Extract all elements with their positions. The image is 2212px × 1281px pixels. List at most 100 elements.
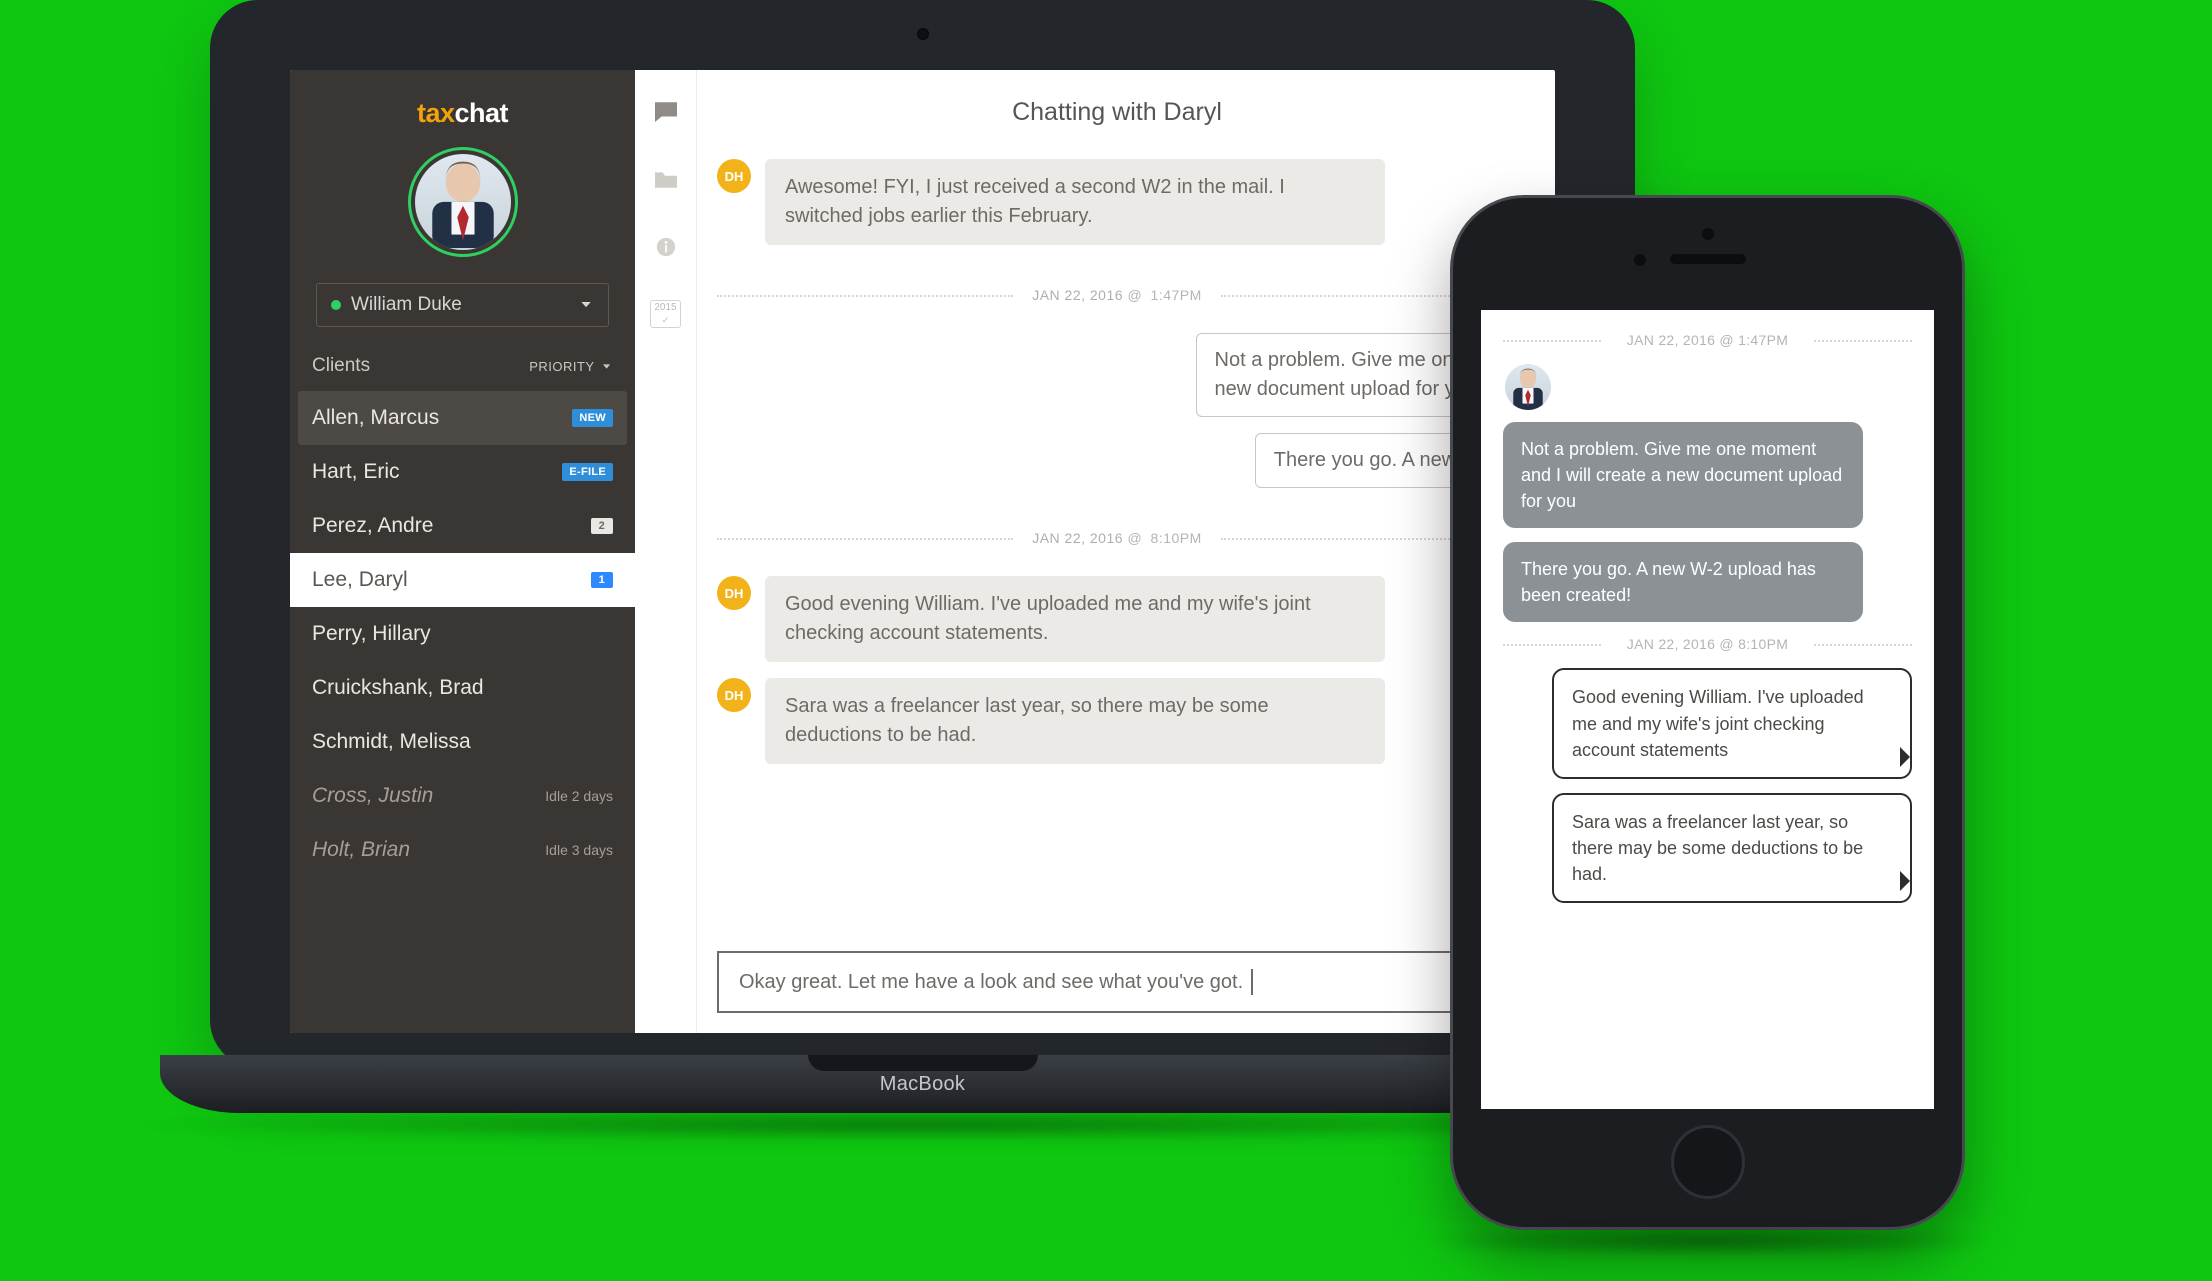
- user-name: William Duke: [351, 294, 462, 315]
- divider-date: JAN 22, 2016: [1627, 636, 1715, 652]
- chat-tab-icon[interactable]: [651, 96, 681, 126]
- check-icon: ✓: [662, 316, 670, 325]
- phone-device: JAN 22, 2016 @ 1:47PM: [1450, 195, 1965, 1230]
- sort-label: PRIORITY: [529, 359, 594, 374]
- status-dot-icon: [331, 300, 341, 310]
- phone-home-button[interactable]: [1671, 1125, 1745, 1199]
- avatar-image: [415, 154, 511, 250]
- client-item-cruickshank[interactable]: Cruickshank, Brad: [290, 661, 635, 715]
- composer-text: Okay great. Let me have a look and see w…: [739, 971, 1243, 994]
- current-user-avatar: [290, 147, 635, 271]
- year-tab-icon[interactable]: 2015 ✓: [651, 300, 681, 328]
- phone-chat: JAN 22, 2016 @ 1:47PM: [1481, 310, 1934, 931]
- phone-bezel: JAN 22, 2016 @ 1:47PM: [1450, 195, 1965, 1230]
- phone-speaker-icon: [1670, 254, 1746, 264]
- badge-efile: E-FILE: [562, 463, 613, 481]
- client-item-allen[interactable]: Allen, Marcus NEW: [298, 391, 627, 445]
- laptop-bezel: taxchat: [210, 0, 1635, 1068]
- message-bubble: Awesome! FYI, I just received a second W…: [765, 159, 1385, 245]
- laptop-brand: MacBook: [880, 1073, 965, 1096]
- message-outgoing: There you go. A new W-2: [717, 433, 1517, 488]
- divider-at: @: [1719, 636, 1734, 652]
- sender-initials: DH: [717, 576, 751, 610]
- divider-date: JAN 22, 2016: [1032, 530, 1123, 546]
- laptop-screen: taxchat: [290, 70, 1555, 1033]
- idle-status: Idle 3 days: [545, 842, 613, 858]
- preparer-message: Not a problem. Give me one moment and I …: [1503, 422, 1863, 528]
- divider-time: 8:10PM: [1738, 636, 1788, 652]
- message-bubble: Sara was a freelancer last year, so ther…: [765, 678, 1385, 764]
- client-name: Holt, Brian: [312, 838, 410, 862]
- divider-at: @: [1719, 332, 1734, 348]
- divider-time: 1:47PM: [1738, 332, 1788, 348]
- sort-caret-icon: ▼: [601, 362, 613, 370]
- action-rail: 2015 ✓: [635, 70, 697, 1033]
- laptop-camera-icon: [917, 28, 929, 40]
- idle-status: Idle 2 days: [545, 788, 613, 804]
- app-root: taxchat: [290, 70, 1555, 1033]
- clients-header: Clients PRIORITY ▼: [290, 349, 635, 391]
- divider-time: 8:10PM: [1151, 530, 1202, 546]
- year-label: 2015: [654, 302, 676, 313]
- divider-date: JAN 22, 2016: [1032, 287, 1123, 303]
- client-name: Cruickshank, Brad: [312, 676, 484, 700]
- time-divider: JAN 22, 2016 @ 8:10PM: [1503, 636, 1912, 652]
- user-status: William Duke: [331, 294, 462, 316]
- user-message: Sara was a freelancer last year, so ther…: [1552, 793, 1912, 903]
- badge-count: 2: [591, 518, 613, 534]
- message-incoming: DH Awesome! FYI, I just received a secon…: [717, 159, 1517, 245]
- divider-date: JAN 22, 2016: [1627, 332, 1715, 348]
- phone-camera-icon: [1634, 254, 1646, 266]
- client-item-cross[interactable]: Cross, Justin Idle 2 days: [290, 769, 635, 823]
- chat-pane: Chatting with Daryl DH Awesome! FYI, I j…: [697, 70, 1555, 1033]
- message-incoming: DH Sara was a freelancer last year, so t…: [717, 678, 1517, 764]
- sort-priority-button[interactable]: PRIORITY ▼: [529, 359, 613, 374]
- sender-initials: DH: [717, 678, 751, 712]
- client-name: Allen, Marcus: [312, 406, 439, 430]
- time-divider: JAN 22, 2016 @ 8:10PM: [717, 530, 1517, 546]
- client-item-lee-active[interactable]: Lee, Daryl 1: [290, 553, 635, 607]
- logo-tax: tax: [417, 98, 455, 128]
- divider-at: @: [1127, 530, 1142, 546]
- client-item-schmidt[interactable]: Schmidt, Melissa: [290, 715, 635, 769]
- sidebar: taxchat: [290, 70, 635, 1033]
- client-name: Cross, Justin: [312, 784, 433, 808]
- client-item-perez[interactable]: Perez, Andre 2: [290, 499, 635, 553]
- info-tab-icon[interactable]: [651, 232, 681, 262]
- year-tag: 2015 ✓: [650, 300, 680, 328]
- phone-screen: JAN 22, 2016 @ 1:47PM: [1481, 310, 1934, 1109]
- client-name: Hart, Eric: [312, 460, 400, 484]
- divider-at: @: [1127, 287, 1142, 303]
- folder-tab-icon[interactable]: [651, 164, 681, 194]
- badge-count: 1: [591, 572, 613, 588]
- text-cursor-icon: [1251, 969, 1253, 995]
- preparer-message: There you go. A new W-2 upload has been …: [1503, 542, 1863, 622]
- user-select-dropdown[interactable]: William Duke ▼: [316, 283, 609, 327]
- message-composer-input[interactable]: Okay great. Let me have a look and see w…: [717, 951, 1517, 1013]
- clients-label: Clients: [312, 355, 370, 377]
- chevron-down-icon: ▼: [578, 300, 594, 310]
- avatar-image: [1505, 364, 1551, 410]
- badge-new: NEW: [572, 409, 613, 427]
- preparer-avatar: [1505, 364, 1912, 410]
- divider-time: 1:47PM: [1151, 287, 1202, 303]
- client-list: Allen, Marcus NEW Hart, Eric E-FILE Pere…: [290, 391, 635, 1033]
- client-name: Perry, Hillary: [312, 622, 431, 646]
- client-item-holt[interactable]: Holt, Brian Idle 3 days: [290, 823, 635, 877]
- client-item-perry[interactable]: Perry, Hillary: [290, 607, 635, 661]
- client-name: Lee, Daryl: [312, 568, 408, 592]
- client-name: Schmidt, Melissa: [312, 730, 471, 754]
- app-logo: taxchat: [290, 70, 635, 147]
- logo-chat: chat: [455, 98, 509, 128]
- user-message: Good evening William. I've uploaded me a…: [1552, 668, 1912, 778]
- laptop-notch: [808, 1055, 1038, 1071]
- phone-sensor-icon: [1702, 228, 1714, 240]
- phone-shadow: [1420, 1224, 1995, 1258]
- message-bubble: Good evening William. I've uploaded me a…: [765, 576, 1385, 662]
- time-divider: JAN 22, 2016 @ 1:47PM: [1503, 332, 1912, 348]
- client-item-hart[interactable]: Hart, Eric E-FILE: [290, 445, 635, 499]
- chat-title: Chatting with Daryl: [717, 98, 1517, 127]
- message-outgoing: Not a problem. Give me one mo new docume…: [717, 333, 1517, 417]
- client-name: Perez, Andre: [312, 514, 433, 538]
- time-divider: JAN 22, 2016 @ 1:47PM: [717, 287, 1517, 303]
